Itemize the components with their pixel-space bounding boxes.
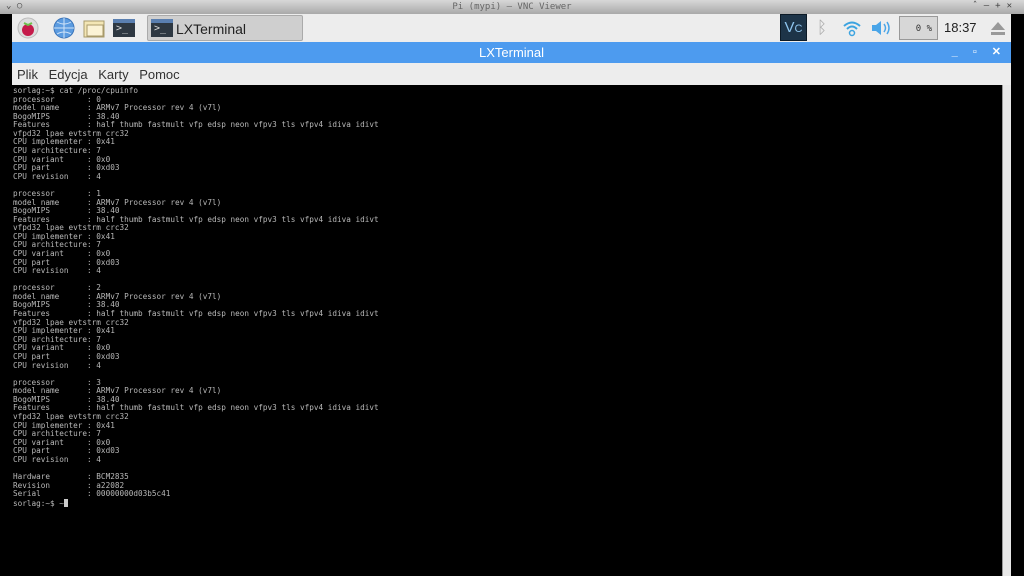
terminal-line: CPU architecture: 7 <box>13 240 101 250</box>
terminal-line: vfpd32 lpae evtstrm crc32 <box>13 223 129 233</box>
menu-plik[interactable]: Plik <box>17 67 38 82</box>
bluetooth-icon[interactable]: ᛒ <box>810 17 834 39</box>
clock[interactable]: 18:37 <box>944 20 977 35</box>
vnc-window-title: Pi (mypi) — VNC Viewer <box>452 2 572 12</box>
terminal-scrollbar[interactable] <box>1002 85 1011 576</box>
terminal-line: sorlag:~$ cat /proc/cpuinfo <box>13 86 138 95</box>
terminal-line: CPU implementer : 0x41 <box>13 137 115 147</box>
wifi-icon[interactable] <box>840 17 864 39</box>
menu-karty[interactable]: Karty <box>98 67 128 82</box>
terminal-line: CPU part : 0xd03 <box>13 257 120 267</box>
terminal-line: CPU implementer : 0x41 <box>13 420 115 430</box>
web-browser-icon[interactable] <box>52 17 76 39</box>
window-title: LXTerminal <box>478 45 545 60</box>
terminal-line: CPU implementer : 0x41 <box>13 231 115 241</box>
terminal-line: CPU revision : 4 <box>13 360 101 370</box>
close-button[interactable]: ✕ <box>992 46 1001 58</box>
window-titlebar[interactable]: LXTerminal _ ▫ ✕ <box>12 42 1011 63</box>
terminal-line: Features : half thumb fastmult vfp edsp … <box>13 120 379 130</box>
terminal-line: CPU revision : 4 <box>13 171 101 181</box>
terminal-line: vfpd32 lpae evtstrm crc32 <box>13 128 129 138</box>
vnc-viewer-titlebar: ⌄ ○ Pi (mypi) — VNC Viewer ˆ–+✕ <box>0 0 1024 14</box>
terminal-line: CPU architecture: 7 <box>13 429 101 439</box>
terminal-prompt: sorlag:~$ ~ <box>13 498 64 508</box>
menu-edycja[interactable]: Edycja <box>49 67 88 82</box>
terminal-line: model name : ARMv7 Processor rev 4 (v7l) <box>13 197 222 207</box>
menu-bar: Plik Edycja Karty Pomoc <box>12 63 1011 85</box>
terminal-line: CPU revision : 4 <box>13 454 101 464</box>
terminal-line: vfpd32 lpae evtstrm crc32 <box>13 317 129 327</box>
vnc-window-controls[interactable]: ˆ–+✕ <box>972 1 1018 11</box>
terminal-icon: >_ <box>150 17 174 39</box>
minimize-button[interactable]: _ <box>952 46 958 58</box>
terminal-output[interactable]: sorlag:~$ cat /proc/cpuinfo processor : 0… <box>12 85 1002 576</box>
terminal-line: Features : half thumb fastmult vfp edsp … <box>13 309 379 319</box>
terminal-launcher-icon[interactable]: >_ <box>112 17 136 39</box>
cpu-usage-monitor[interactable]: 0 % <box>899 16 938 40</box>
terminal-line: model name : ARMv7 Processor rev 4 (v7l) <box>13 386 222 396</box>
terminal-line: model name : ARMv7 Processor rev 4 (v7l) <box>13 291 222 301</box>
terminal-line: Hardware : BCM2835 <box>13 472 129 482</box>
maximize-button[interactable]: ▫ <box>973 46 977 58</box>
terminal-line: CPU architecture: 7 <box>13 334 101 344</box>
raspberry-menu-icon[interactable] <box>16 17 40 39</box>
terminal-line: CPU variant : 0x0 <box>13 154 111 164</box>
terminal-line: Serial : 00000000d03b5c41 <box>13 489 171 499</box>
remote-desktop: >_ >_ LXTerminal VC ᛒ 0 % 18:37 LXTermin… <box>12 14 1011 576</box>
terminal-line: Features : half thumb fastmult vfp edsp … <box>13 403 379 413</box>
file-manager-icon[interactable] <box>82 17 106 39</box>
terminal-line: CPU part : 0xd03 <box>13 446 120 456</box>
terminal-line: CPU revision : 4 <box>13 266 101 276</box>
taskbar-panel: >_ >_ LXTerminal VC ᛒ 0 % 18:37 <box>12 14 1011 42</box>
terminal-line: CPU part : 0xd03 <box>13 163 120 173</box>
terminal-cursor <box>63 498 68 507</box>
terminal-line: CPU variant : 0x0 <box>13 248 111 258</box>
vnc-server-icon[interactable]: VC <box>780 14 807 41</box>
taskbar-item-lxterminal[interactable]: >_ LXTerminal <box>147 15 303 41</box>
terminal-line: Features : half thumb fastmult vfp edsp … <box>13 214 379 224</box>
taskbar-item-label: LXTerminal <box>176 21 247 37</box>
volume-icon[interactable] <box>869 17 893 39</box>
terminal-line: CPU variant : 0x0 <box>13 343 111 353</box>
terminal-line: CPU part : 0xd03 <box>13 351 120 361</box>
terminal-prompt-line: sorlag:~$ ~ <box>13 498 1002 509</box>
menu-pomoc[interactable]: Pomoc <box>139 67 179 82</box>
terminal-line: model name : ARMv7 Processor rev 4 (v7l) <box>13 103 222 113</box>
terminal-line: CPU implementer : 0x41 <box>13 326 115 336</box>
terminal-line: CPU architecture: 7 <box>13 146 101 156</box>
eject-icon[interactable] <box>986 17 1010 39</box>
terminal-line: vfpd32 lpae evtstrm crc32 <box>13 411 129 421</box>
terminal-line: CPU variant : 0x0 <box>13 437 111 447</box>
